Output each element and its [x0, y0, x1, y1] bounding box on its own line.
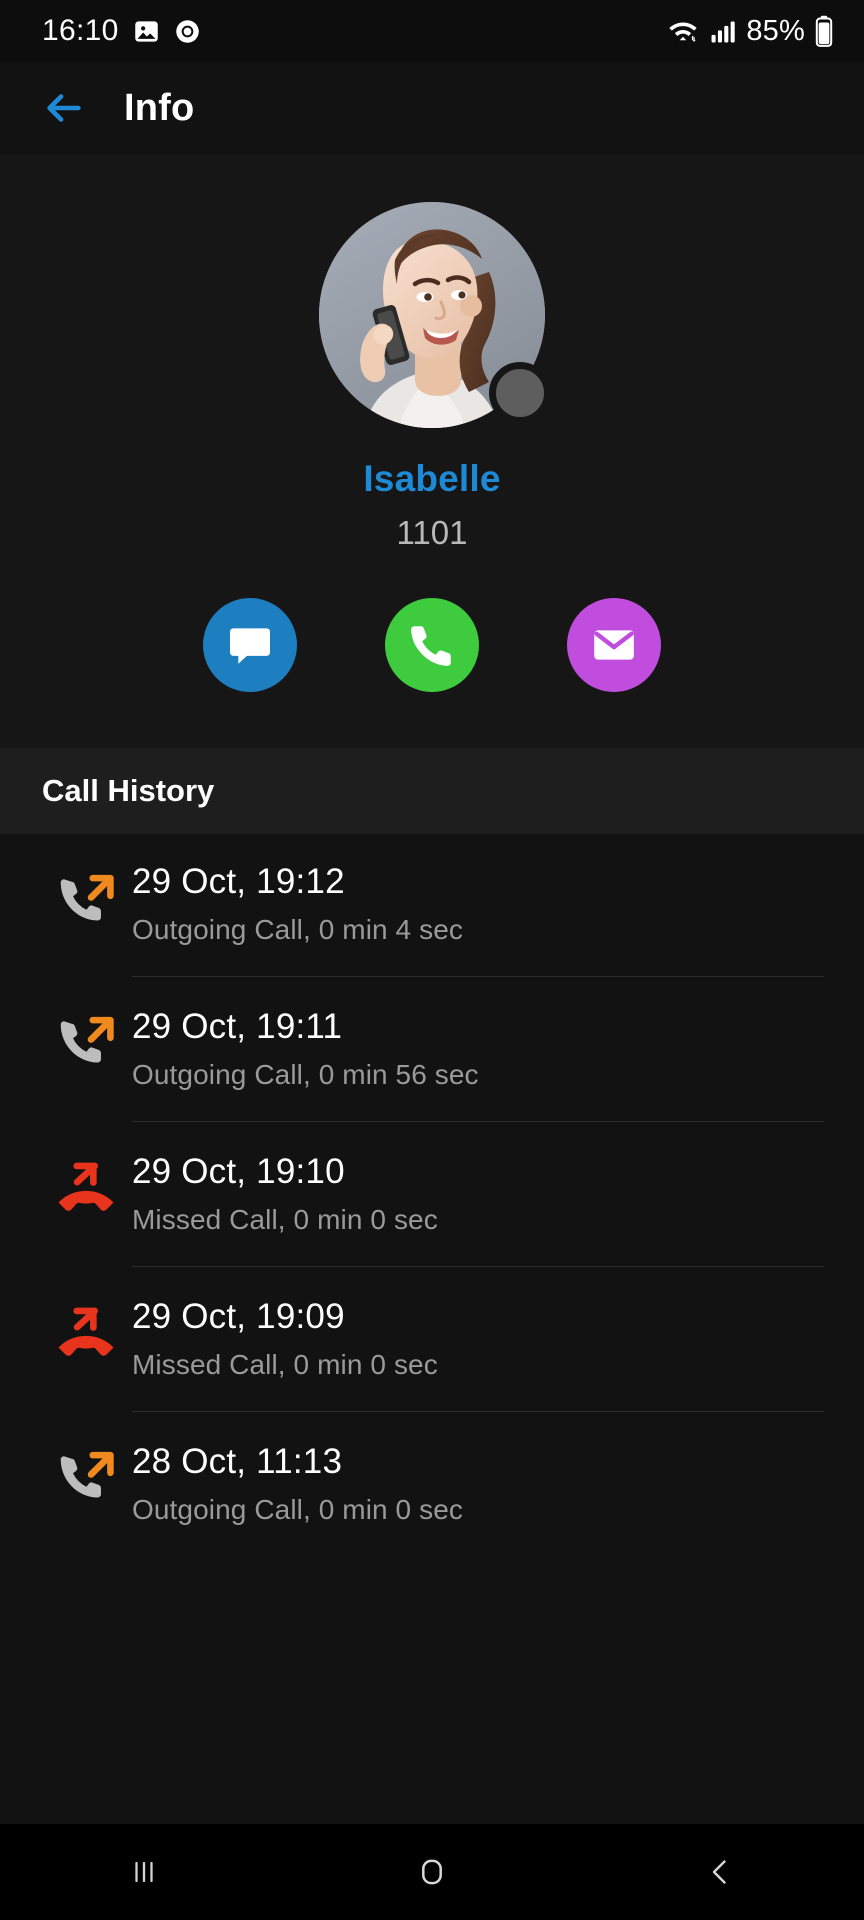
- message-button[interactable]: [203, 598, 297, 692]
- outgoing-call-icon: [40, 834, 132, 932]
- nav-back-icon: [702, 1854, 738, 1890]
- call-history-row-body: 29 Oct, 19:09 Missed Call, 0 min 0 sec: [132, 1266, 824, 1411]
- envelope-icon: [589, 620, 639, 670]
- battery-icon: [814, 15, 834, 47]
- recents-icon: [126, 1854, 162, 1890]
- contact-extension: 1101: [396, 514, 468, 551]
- call-timestamp: 28 Oct, 11:13: [132, 1442, 343, 1481]
- status-bar-left: 16:10: [42, 14, 201, 48]
- call-detail: Outgoing Call, 0 min 4 sec: [132, 914, 463, 945]
- avatar-wrapper: [319, 202, 551, 428]
- call-history-row[interactable]: 29 Oct, 19:12 Outgoing Call, 0 min 4 sec: [0, 834, 864, 976]
- page-title: Info: [124, 86, 195, 129]
- call-detail: Outgoing Call, 0 min 56 sec: [132, 1059, 479, 1090]
- contact-name: Isabelle: [363, 458, 501, 499]
- call-history-row[interactable]: 29 Oct, 19:10 Missed Call, 0 min 0 sec: [0, 1121, 864, 1266]
- chat-bubble-icon: [225, 620, 275, 670]
- status-bar-clock: 16:10: [42, 14, 119, 47]
- call-history-row[interactable]: 29 Oct, 19:09 Missed Call, 0 min 0 sec: [0, 1266, 864, 1411]
- recents-button[interactable]: [0, 1854, 288, 1890]
- cellular-signal-icon: [709, 17, 737, 45]
- email-button[interactable]: [567, 598, 661, 692]
- android-navigation-bar: [0, 1824, 864, 1920]
- presence-status-badge: [489, 362, 551, 424]
- photo-icon: [133, 18, 160, 45]
- call-history-row[interactable]: 28 Oct, 11:13 Outgoing Call, 0 min 0 sec: [0, 1411, 864, 1556]
- status-bar-right: 85%: [666, 15, 834, 48]
- outgoing-call-icon: [40, 1411, 132, 1509]
- call-timestamp: 29 Oct, 19:10: [132, 1152, 345, 1191]
- back-button[interactable]: [576, 1854, 864, 1890]
- missed-call-icon: [40, 1266, 132, 1364]
- call-timestamp: 29 Oct, 19:09: [132, 1297, 345, 1336]
- wifi-icon: [666, 16, 700, 46]
- call-history-row-body: 29 Oct, 19:10 Missed Call, 0 min 0 sec: [132, 1121, 824, 1266]
- app-icon: [174, 18, 201, 45]
- home-icon: [413, 1853, 451, 1891]
- missed-call-icon: [40, 1121, 132, 1219]
- call-detail: Missed Call, 0 min 0 sec: [132, 1204, 438, 1235]
- call-detail: Outgoing Call, 0 min 0 sec: [132, 1494, 463, 1525]
- call-timestamp: 29 Oct, 19:11: [132, 1007, 343, 1046]
- call-detail: Missed Call, 0 min 0 sec: [132, 1349, 438, 1380]
- app-bar: Info: [0, 62, 864, 154]
- call-history-header: Call History: [0, 748, 864, 834]
- call-timestamp: 29 Oct, 19:12: [132, 862, 345, 901]
- home-button[interactable]: [288, 1853, 576, 1891]
- back-arrow-icon[interactable]: [40, 85, 86, 131]
- call-history-row-body: 29 Oct, 19:12 Outgoing Call, 0 min 4 sec: [132, 834, 824, 976]
- outgoing-call-icon: [40, 976, 132, 1074]
- profile-section: Isabelle 1101: [0, 154, 864, 748]
- phone-screen: 16:10 85% Info Isabelle 1101 Call Histor…: [0, 0, 864, 1920]
- phone-icon: [407, 620, 457, 670]
- status-bar: 16:10 85%: [0, 0, 864, 62]
- call-history-row-body: 29 Oct, 19:11 Outgoing Call, 0 min 56 se…: [132, 976, 824, 1121]
- call-button[interactable]: [385, 598, 479, 692]
- call-history-list: 29 Oct, 19:12 Outgoing Call, 0 min 4 sec…: [0, 834, 864, 1556]
- battery-percent: 85%: [746, 14, 805, 47]
- call-history-row[interactable]: 29 Oct, 19:11 Outgoing Call, 0 min 56 se…: [0, 976, 864, 1121]
- call-history-row-body: 28 Oct, 11:13 Outgoing Call, 0 min 0 sec: [132, 1411, 824, 1556]
- action-buttons: [0, 598, 864, 692]
